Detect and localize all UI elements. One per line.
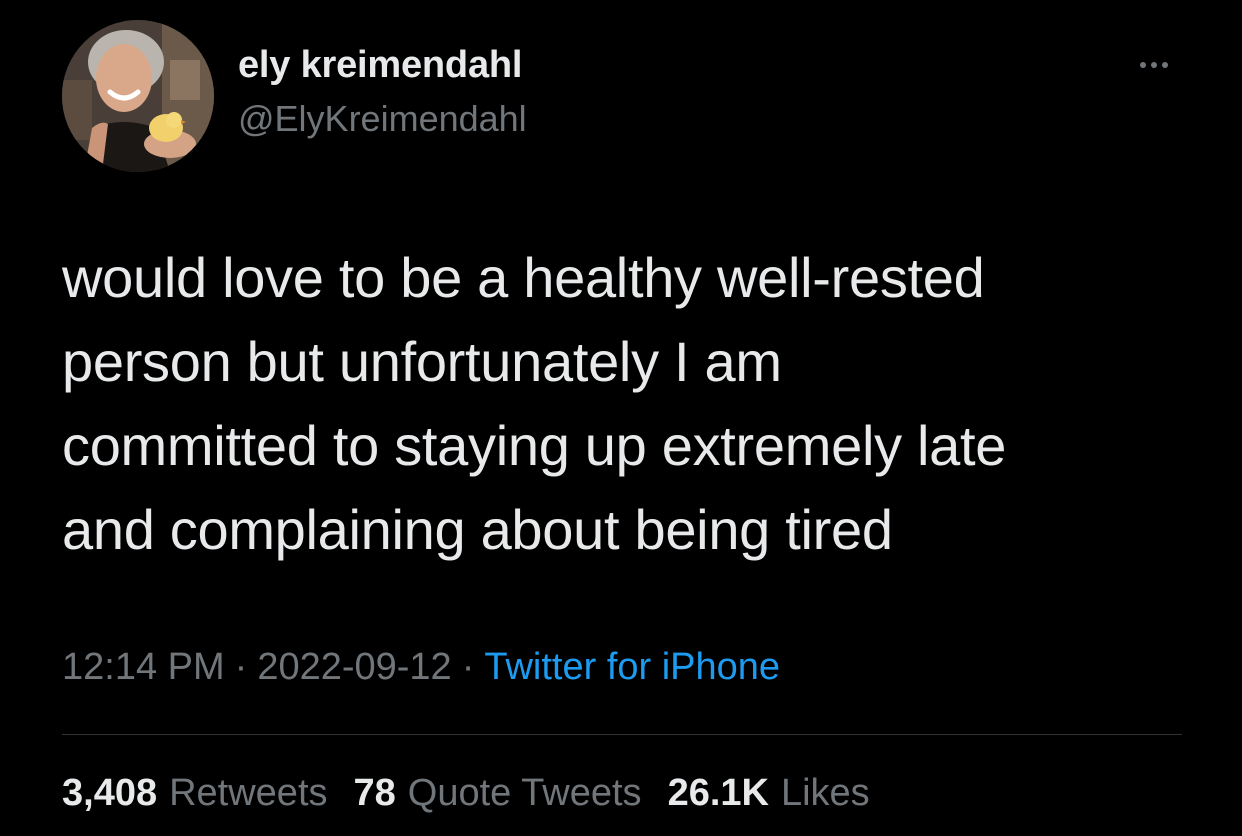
more-horizontal-icon [1140,62,1146,68]
avatar[interactable] [62,20,214,172]
tweet-text-line: and complaining about being tired [62,498,893,561]
tweet-stats: 3,408 Retweets 78 Quote Tweets 26.1K Likes [62,772,870,815]
more-options-button[interactable] [1128,52,1180,78]
tweet-time[interactable]: 12:14 PM [62,646,225,688]
divider [62,734,1182,735]
quote-tweets-stat[interactable]: 78 Quote Tweets [354,772,642,815]
tweet-date[interactable]: 2022-09-12 [257,646,451,688]
likes-label: Likes [780,772,870,814]
tweet-text-line: person but unfortunately I am [62,330,782,393]
retweets-label: Retweets [169,772,328,814]
meta-separator: · [234,646,248,688]
likes-count: 26.1K [667,772,769,814]
more-horizontal-icon-dot [1151,62,1157,68]
retweets-stat[interactable]: 3,408 Retweets [62,772,328,815]
tweet-text-line: committed to staying up extremely late [62,414,1007,477]
profile-photo [62,20,214,172]
tweet-source-link[interactable]: Twitter for iPhone [484,646,780,688]
meta-separator: · [461,646,475,688]
likes-stat[interactable]: 26.1K Likes [668,772,870,815]
tweet-text-line: would love to be a healthy well-rested [62,246,985,309]
more-horizontal-icon-dot [1162,62,1168,68]
tweet-detail: ely kreimendahl @ElyKreimendahl would lo… [0,0,1242,836]
tweet-meta: 12:14 PM · 2022-09-12 · Twitter for iPhone [62,646,780,689]
quote-tweets-count: 78 [353,772,396,814]
quote-tweets-label: Quote Tweets [407,772,642,814]
retweets-count: 3,408 [62,772,158,814]
author-display-name[interactable]: ely kreimendahl [238,44,522,87]
author-handle[interactable]: @ElyKreimendahl [238,98,527,140]
tweet-text: would love to be a healthy well-rested p… [62,236,1202,572]
